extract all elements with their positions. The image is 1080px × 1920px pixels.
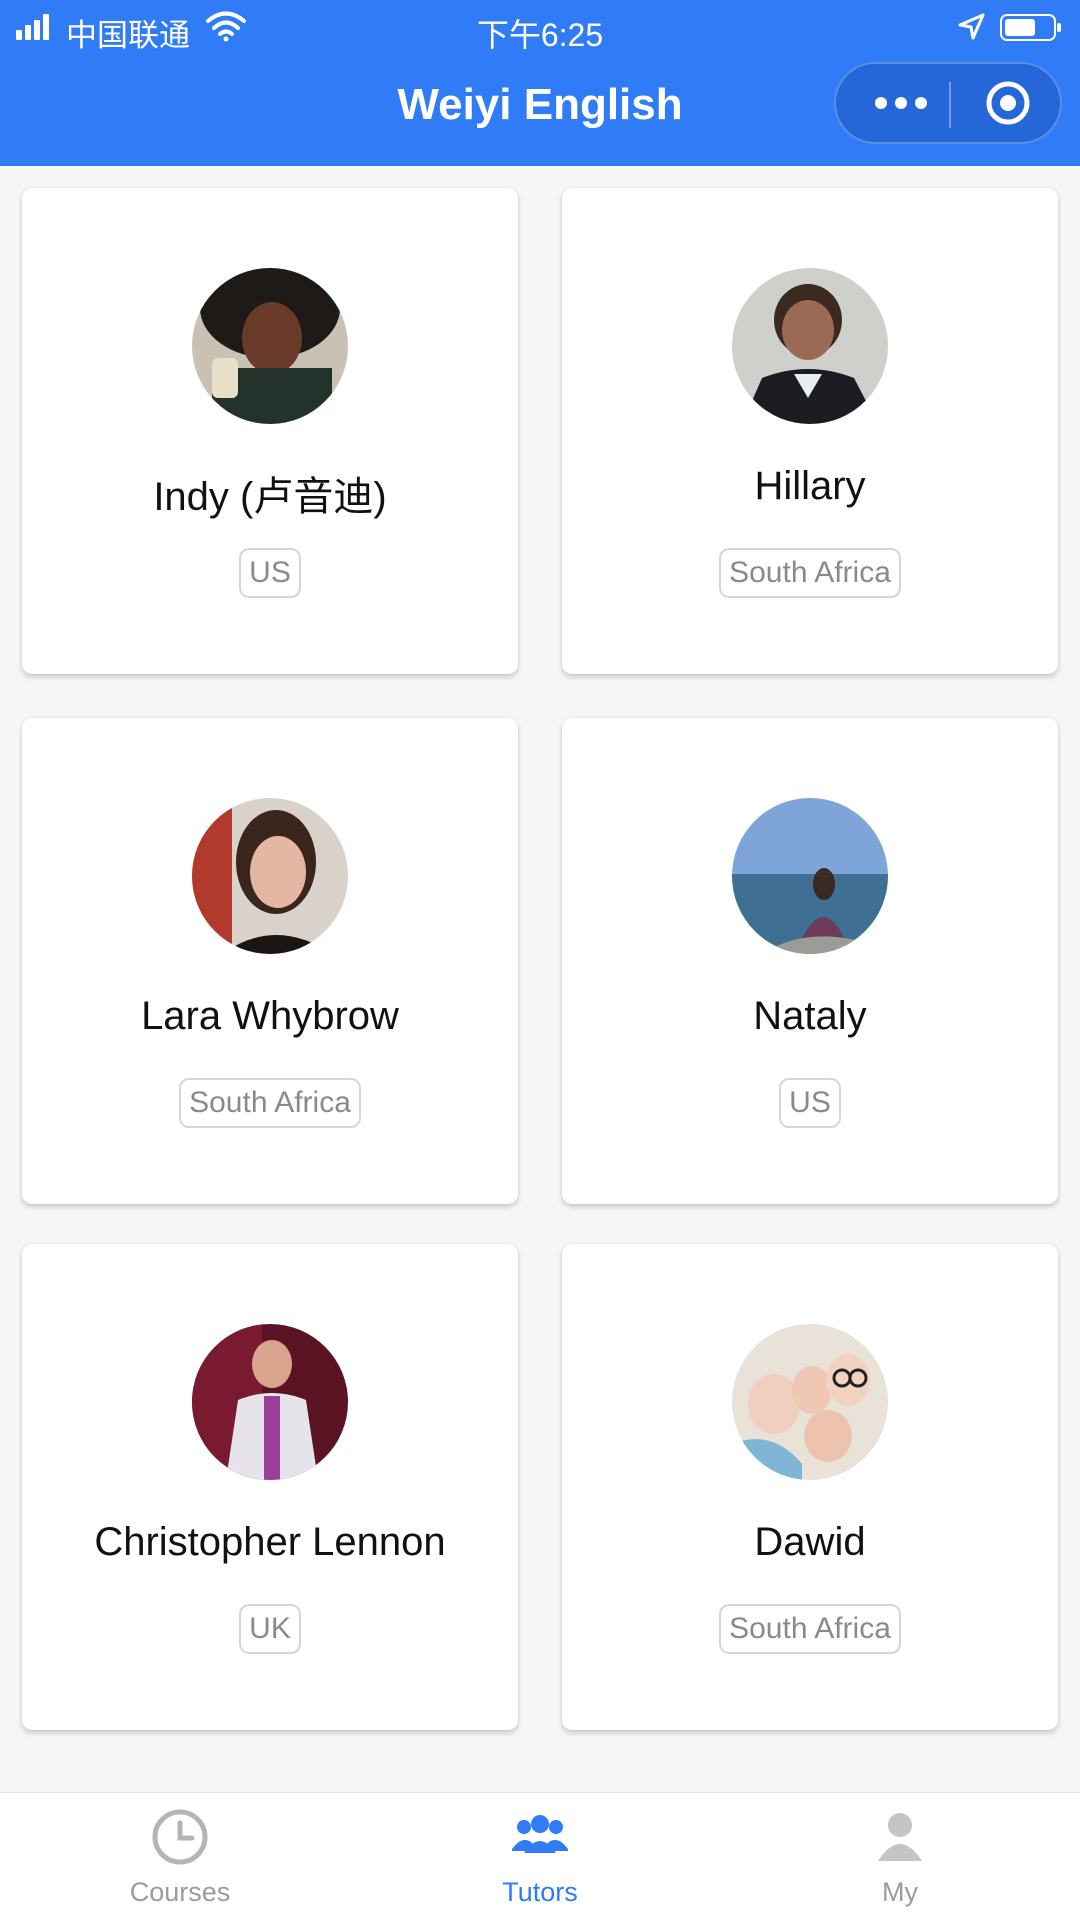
tab-my[interactable]: My bbox=[800, 1793, 1000, 1920]
tutor-name: Christopher Lennon bbox=[94, 1520, 446, 1564]
target-icon[interactable] bbox=[958, 64, 1058, 142]
tab-label: Courses bbox=[129, 1877, 231, 1907]
avatar bbox=[732, 1324, 888, 1480]
country-badge: South Africa bbox=[719, 548, 901, 598]
tutor-card[interactable]: Lara Whybrow South Africa bbox=[22, 718, 518, 1204]
location-icon bbox=[958, 13, 985, 40]
avatar bbox=[192, 798, 348, 954]
tab-label: Tutors bbox=[502, 1877, 578, 1907]
tutor-card[interactable]: Hillary South Africa bbox=[562, 188, 1058, 674]
country-badge: US bbox=[779, 1078, 841, 1128]
person-icon bbox=[878, 1813, 922, 1861]
status-time: 下午6:25 bbox=[476, 17, 604, 53]
more-dots-icon[interactable] bbox=[856, 64, 946, 142]
tutor-card[interactable]: Christopher Lennon UK bbox=[22, 1244, 518, 1730]
tutor-card[interactable]: Dawid South Africa bbox=[562, 1244, 1058, 1730]
country-badge: UK bbox=[239, 1604, 301, 1654]
tab-courses[interactable]: Courses bbox=[80, 1793, 280, 1920]
tutor-name: Hillary bbox=[754, 464, 866, 508]
battery-icon bbox=[1000, 14, 1061, 41]
tab-tutors[interactable]: Tutors bbox=[440, 1793, 640, 1920]
country-badge: US bbox=[239, 548, 301, 598]
tutor-grid: Indy (卢音迪) US Hillary South Africa Lara … bbox=[0, 166, 1080, 1792]
miniprogram-capsule bbox=[834, 62, 1062, 144]
capsule-divider bbox=[949, 82, 951, 128]
clock-icon bbox=[152, 1809, 208, 1865]
avatar bbox=[192, 1324, 348, 1480]
tab-label: My bbox=[882, 1877, 918, 1907]
avatar bbox=[732, 268, 888, 424]
bottom-tab-bar: Courses Tutors My bbox=[0, 1792, 1080, 1920]
country-badge: South Africa bbox=[719, 1604, 901, 1654]
avatar bbox=[732, 798, 888, 954]
tutor-name: Lara Whybrow bbox=[141, 994, 399, 1038]
tutor-card[interactable]: Nataly US bbox=[562, 718, 1058, 1204]
header-bar: 中国联通 下午6:25 Weiyi English bbox=[0, 0, 1080, 166]
group-icon bbox=[512, 1815, 568, 1853]
tutor-card[interactable]: Indy (卢音迪) US bbox=[22, 188, 518, 674]
avatar bbox=[192, 268, 348, 424]
tutor-name: Dawid bbox=[754, 1520, 866, 1564]
tutor-name: Nataly bbox=[753, 994, 867, 1038]
status-bar: 中国联通 下午6:25 bbox=[0, 0, 1080, 56]
tutor-name: Indy (卢音迪) bbox=[153, 475, 387, 519]
country-badge: South Africa bbox=[179, 1078, 361, 1128]
